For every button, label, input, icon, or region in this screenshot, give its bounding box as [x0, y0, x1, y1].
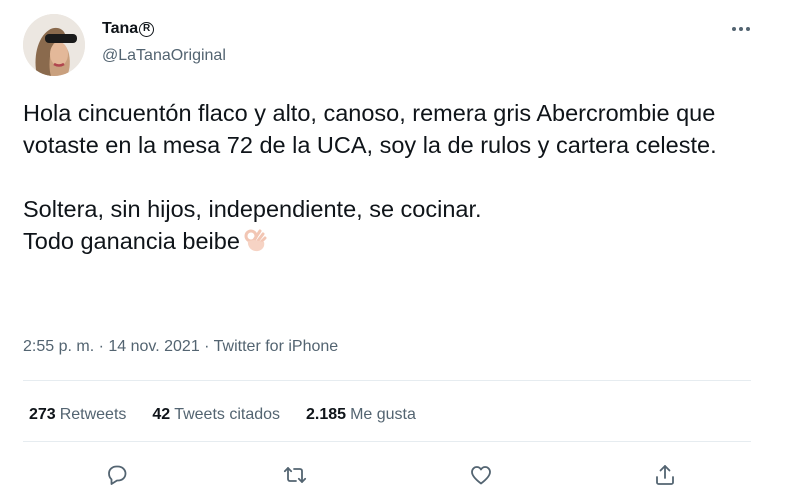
- likes-label: Me gusta: [350, 406, 416, 423]
- avatar-photo: [23, 14, 85, 76]
- tweet-paragraph-2-line-2-text: Todo ganancia beibe: [23, 228, 240, 254]
- tweet-time[interactable]: 2:55 p. m.: [23, 338, 94, 355]
- divider: [23, 441, 751, 442]
- tweet-paragraph-2-line-1: Soltera, sin hijos, independiente, se co…: [23, 196, 482, 222]
- tweet-source[interactable]: Twitter for iPhone: [214, 338, 339, 355]
- meta-separator: ·: [199, 338, 214, 355]
- divider: [23, 380, 751, 381]
- ok-hand-emoji-icon: [242, 227, 268, 261]
- tweet-paragraph-1: Hola cincuentón flaco y alto, canoso, re…: [23, 100, 717, 158]
- registered-badge-icon: R: [139, 21, 155, 37]
- quotes-count: 42: [152, 406, 171, 423]
- author-handle[interactable]: @LaTanaOriginal: [102, 46, 226, 66]
- retweets-count: 273: [29, 406, 56, 423]
- tweet-paragraph-2-line-2: Todo ganancia beibe: [23, 225, 763, 261]
- author-name[interactable]: Tana: [102, 19, 138, 39]
- reply-icon[interactable]: [105, 463, 129, 487]
- likes-count: 2.185: [306, 406, 347, 423]
- meta-separator: ·: [94, 338, 109, 355]
- tweet-stats: 273 Retweets 42 Tweets citados 2.185 Me gus…: [29, 405, 442, 425]
- share-icon[interactable]: [653, 463, 677, 487]
- heart-icon[interactable]: [469, 463, 493, 487]
- tweet-text: Hola cincuentón flaco y alto, canoso, re…: [23, 97, 763, 261]
- tweet-card: Tana R @LaTanaOriginal Hola cincuentón f…: [0, 0, 785, 499]
- avatar[interactable]: [23, 14, 85, 76]
- more-icon[interactable]: [726, 22, 756, 36]
- author-name-row[interactable]: Tana R: [102, 19, 155, 39]
- retweet-icon[interactable]: [283, 463, 307, 487]
- quotes-label: Tweets citados: [174, 406, 281, 423]
- retweets-stat[interactable]: 273 Retweets: [29, 405, 126, 425]
- likes-stat[interactable]: 2.185 Me gusta: [306, 405, 416, 425]
- quotes-stat[interactable]: 42 Tweets citados: [152, 405, 280, 425]
- tweet-date[interactable]: 14 nov. 2021: [108, 338, 199, 355]
- tweet-meta: 2:55 p. m. · 14 nov. 2021 · Twitter for …: [23, 337, 338, 357]
- retweets-label: Retweets: [59, 406, 127, 423]
